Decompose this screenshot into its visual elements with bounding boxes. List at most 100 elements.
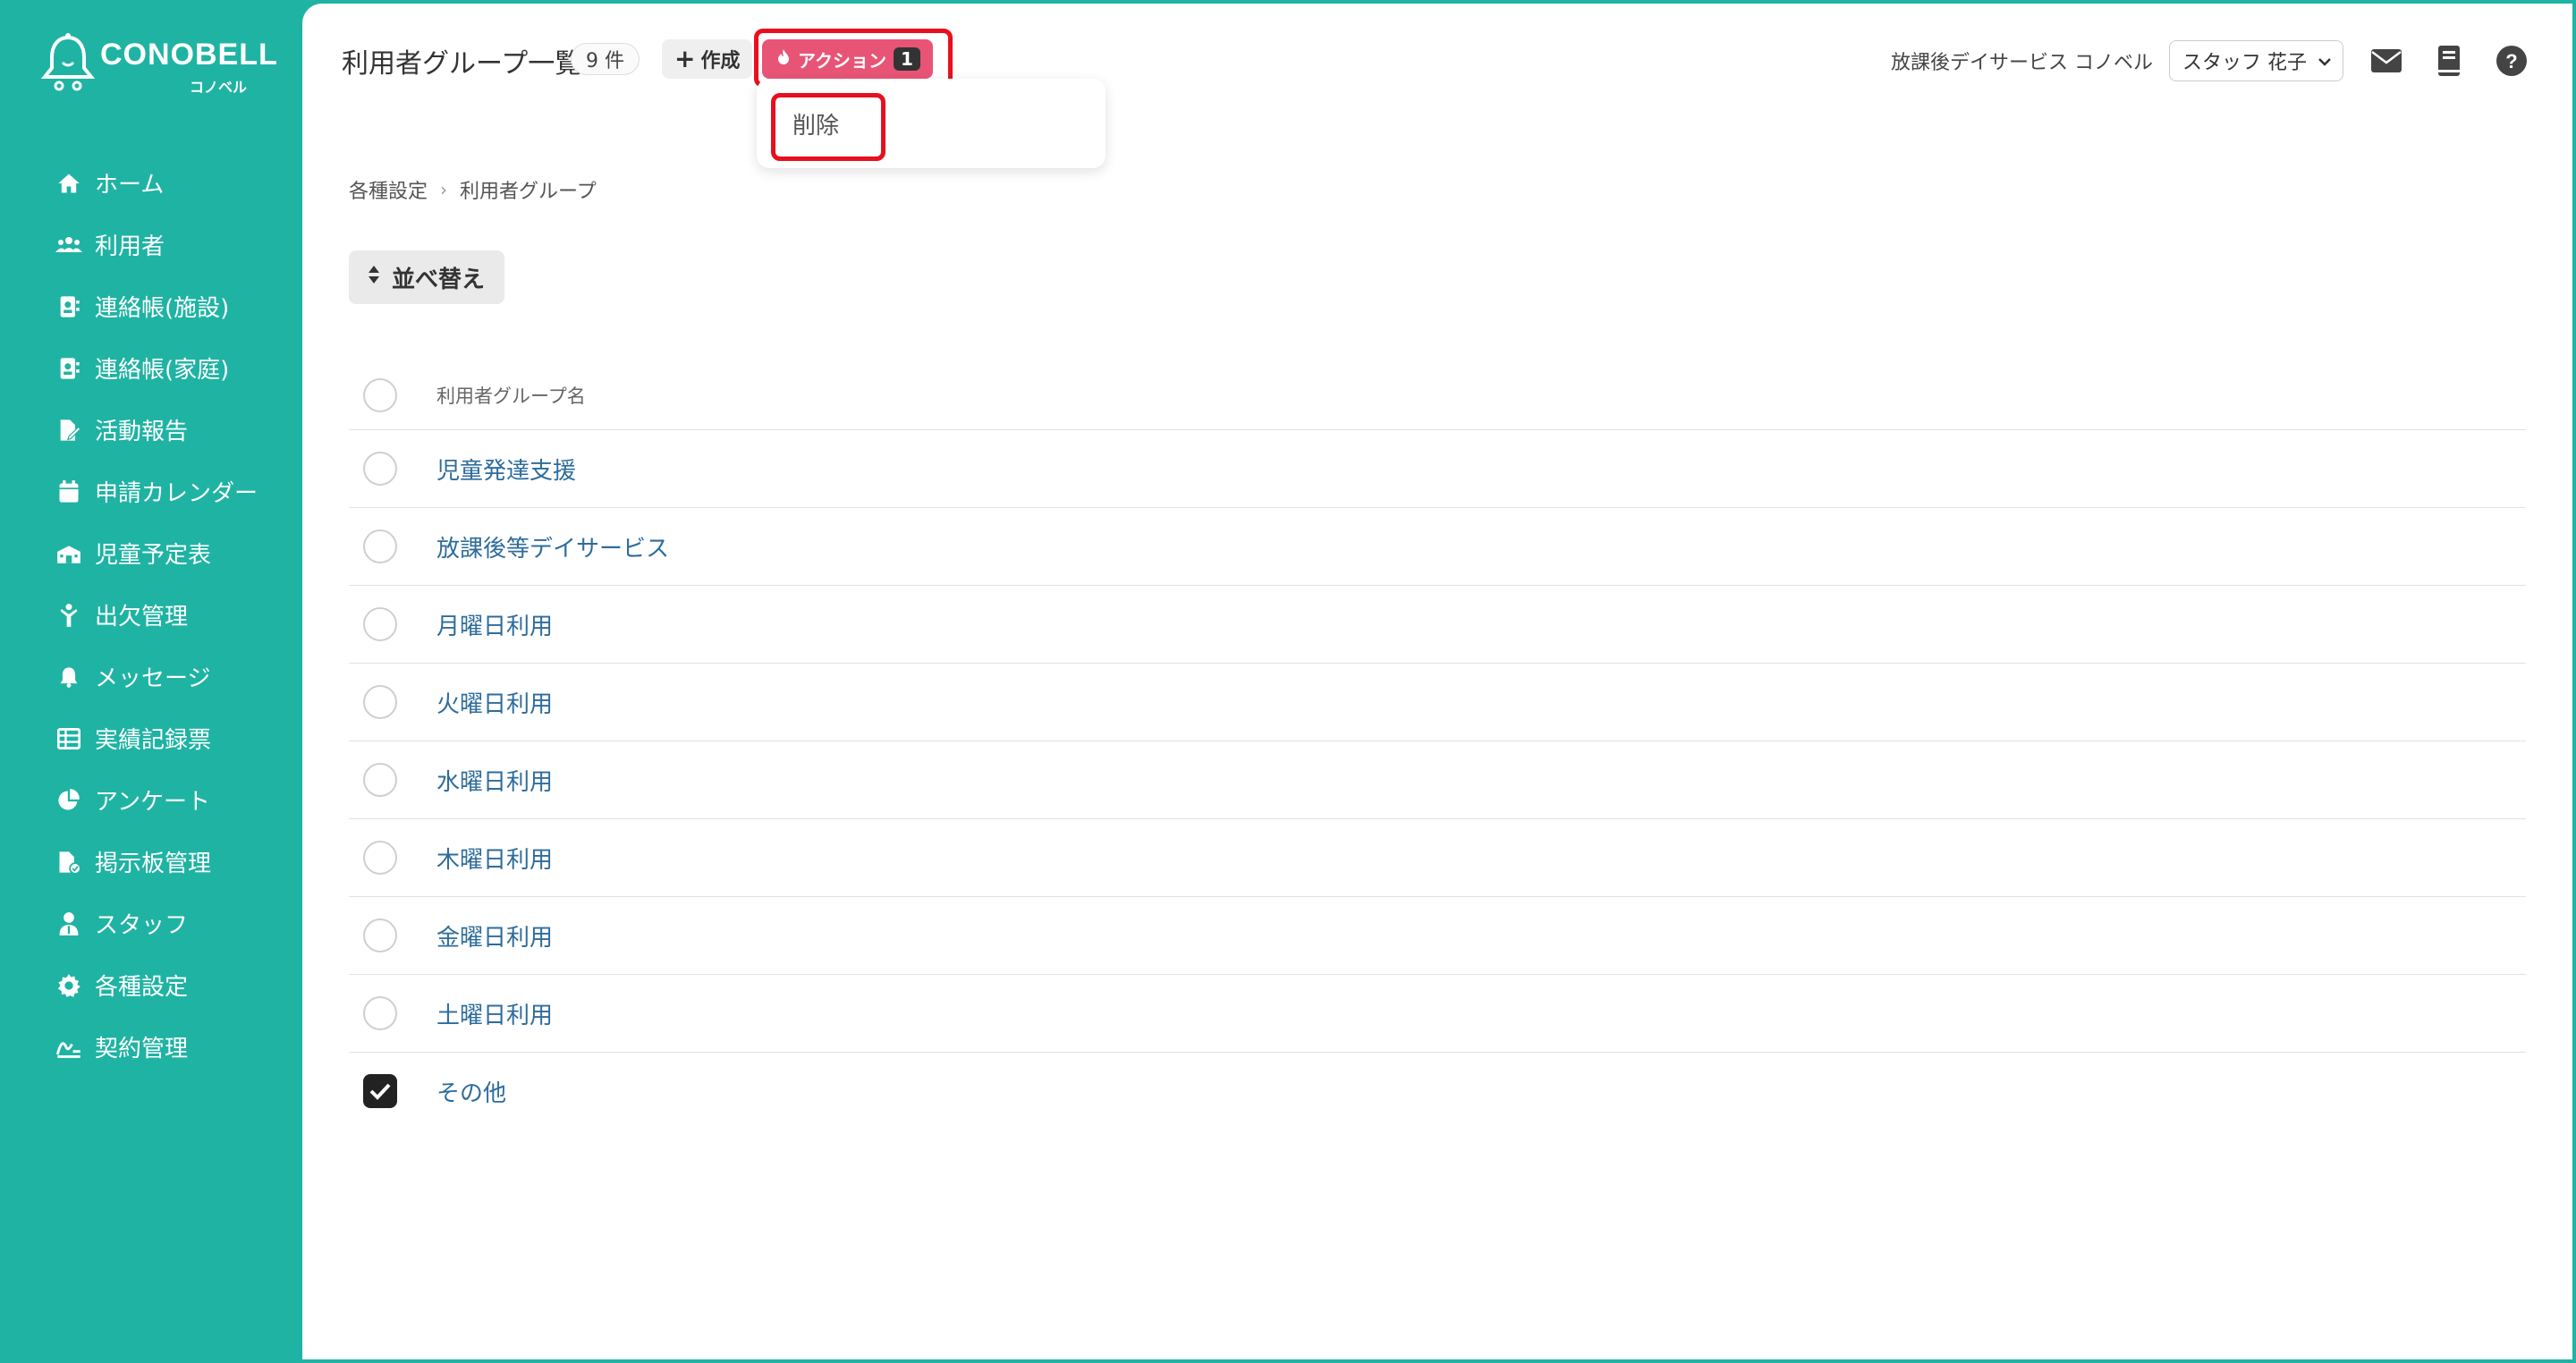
sidebar-item-child-schedule[interactable]: 児童予定表 [0,522,302,584]
group-name-link[interactable]: 放課後等デイサービス [436,530,669,563]
table-header-row: 利用者グループ名 [349,361,2526,430]
page-title: 利用者グループ一覧 [342,48,582,80]
sidebar-item-label: 連絡帳(施設) [95,295,230,322]
sidebar-item-survey[interactable]: アンケート [0,769,302,831]
sidebar-item-label: 出欠管理 [95,604,189,631]
group-name-link[interactable]: 児童発達支援 [436,453,576,486]
sidebar-item-contract[interactable]: 契約管理 [0,1016,302,1078]
sidebar-item-bulletin[interactable]: 掲示板管理 [0,831,302,893]
home-icon [55,170,82,197]
sidebar-item-staff[interactable]: スタッフ [0,893,302,954]
svg-text:?: ? [2505,50,2517,72]
row-checkbox[interactable] [363,685,397,719]
mail-icon[interactable] [2367,41,2406,80]
sidebar-item-users[interactable]: 利用者 [0,214,302,275]
breadcrumb-item-settings[interactable]: 各種設定 [349,175,428,204]
table-row[interactable]: 金曜日利用 [349,897,2526,975]
chevron-right-icon: › [440,179,448,200]
sidebar-item-label: アンケート [95,789,210,816]
group-name-link[interactable]: 木曜日利用 [436,842,553,875]
sidebar-item-contact-home[interactable]: 連絡帳(家庭) [0,337,302,399]
logo[interactable]: CONOBELL コノベル [39,32,277,104]
sidebar-item-label: 児童予定表 [95,542,212,569]
row-checkbox[interactable] [363,763,397,797]
row-checkbox[interactable] [363,841,397,875]
calendar-icon [55,478,82,505]
staff-select[interactable]: スタッフ 花子 [2169,40,2343,81]
action-label: アクション [798,49,886,72]
sidebar-item-attendance[interactable]: 出欠管理 [0,584,302,646]
group-name-link[interactable]: 金曜日利用 [436,919,553,952]
table-row[interactable]: 土曜日利用 [349,975,2526,1053]
book-icon[interactable] [2429,41,2469,80]
sidebar-item-contact-facility[interactable]: 連絡帳(施設) [0,275,302,337]
delete-menu-item[interactable]: 削除 [792,107,839,140]
sidebar-item-label: メッセージ [95,665,211,692]
school-icon [55,540,82,567]
table-row[interactable]: 火曜日利用 [349,664,2526,741]
pie-chart-icon [55,787,82,814]
sidebar-item-label: 契約管理 [95,1036,189,1062]
create-button[interactable]: + 作成 [662,39,753,79]
page-header: 利用者グループ一覧 9 件 + 作成 アクション 1 放課後デイサービス コノベ… [302,4,2572,111]
sidebar: CONOBELL コノベル ホーム 利用者 連絡帳(施設) 連絡帳(家庭) 活動… [0,0,302,1363]
users-icon [55,232,82,258]
sidebar-item-settings[interactable]: 各種設定 [0,954,302,1016]
row-checkbox[interactable] [363,996,397,1030]
contact-book-icon [55,355,82,382]
help-icon[interactable]: ? [2492,41,2531,80]
group-name-link[interactable]: 土曜日利用 [436,997,553,1030]
sidebar-item-label: 利用者 [95,233,165,260]
action-count-badge: 1 [894,47,920,71]
sidebar-item-label: 実績記録票 [95,727,212,754]
sidebar-item-calendar[interactable]: 申請カレンダー [0,461,302,522]
select-all-checkbox[interactable] [363,378,397,412]
table-row[interactable]: 木曜日利用 [349,819,2526,897]
sidebar-item-home[interactable]: ホーム [0,152,302,214]
facility-name: 放課後デイサービス コノベル [1891,52,2153,74]
header-right: 放課後デイサービス コノベル スタッフ 花子 ? [1891,39,2531,82]
group-name-link[interactable]: その他 [436,1075,506,1108]
breadcrumb: 各種設定 › 利用者グループ [349,175,597,204]
sidebar-item-label: 各種設定 [95,974,189,1001]
table-row[interactable]: その他 [349,1053,2526,1130]
fire-icon [776,48,791,71]
row-checkbox[interactable] [363,919,397,952]
row-checkbox-checked[interactable] [363,1074,397,1108]
breadcrumb-item-current: 利用者グループ [460,181,597,203]
create-label: 作成 [700,50,741,72]
sidebar-nav: ホーム 利用者 連絡帳(施設) 連絡帳(家庭) 活動報告 申請カレンダー 児童予… [0,152,302,1078]
row-checkbox[interactable] [363,529,397,563]
table-row[interactable]: 児童発達支援 [349,430,2526,508]
table-row[interactable]: 放課後等デイサービス [349,508,2526,586]
sidebar-item-label: 申請カレンダー [95,480,258,507]
sort-label: 並べ替え [392,266,486,293]
table-icon [55,725,82,752]
group-name-link[interactable]: 水曜日利用 [436,764,553,797]
action-button[interactable]: アクション 1 [762,39,933,79]
main-panel: 利用者グループ一覧 9 件 + 作成 アクション 1 放課後デイサービス コノベ… [302,4,2572,1359]
table-row[interactable]: 水曜日利用 [349,741,2526,819]
brand-sub: コノベル [190,79,248,96]
action-dropdown: 削除 [757,79,1106,168]
sidebar-item-activity-report[interactable]: 活動報告 [0,399,302,461]
group-name-link[interactable]: 火曜日利用 [436,686,553,719]
group-table: 利用者グループ名 児童発達支援 放課後等デイサービス 月曜日利用 火曜日利用 水… [349,361,2526,1130]
sidebar-item-message[interactable]: メッセージ [0,646,302,707]
sidebar-item-label: 活動報告 [95,419,189,445]
group-name-link[interactable]: 月曜日利用 [436,608,553,641]
sort-button[interactable]: 並べ替え [349,250,505,304]
staff-icon [55,910,82,937]
row-checkbox[interactable] [363,452,397,486]
table-row[interactable]: 月曜日利用 [349,586,2526,664]
sidebar-item-record[interactable]: 実績記録票 [0,707,302,769]
sort-icon [367,264,381,292]
file-edit-icon [55,417,82,444]
sidebar-item-label: スタッフ [95,912,189,939]
bell-logo-icon [40,33,96,91]
file-check-icon [55,849,82,876]
row-checkbox[interactable] [363,607,397,641]
contract-icon [55,1034,82,1061]
plus-icon: + [674,44,696,73]
bell-icon [55,664,82,690]
